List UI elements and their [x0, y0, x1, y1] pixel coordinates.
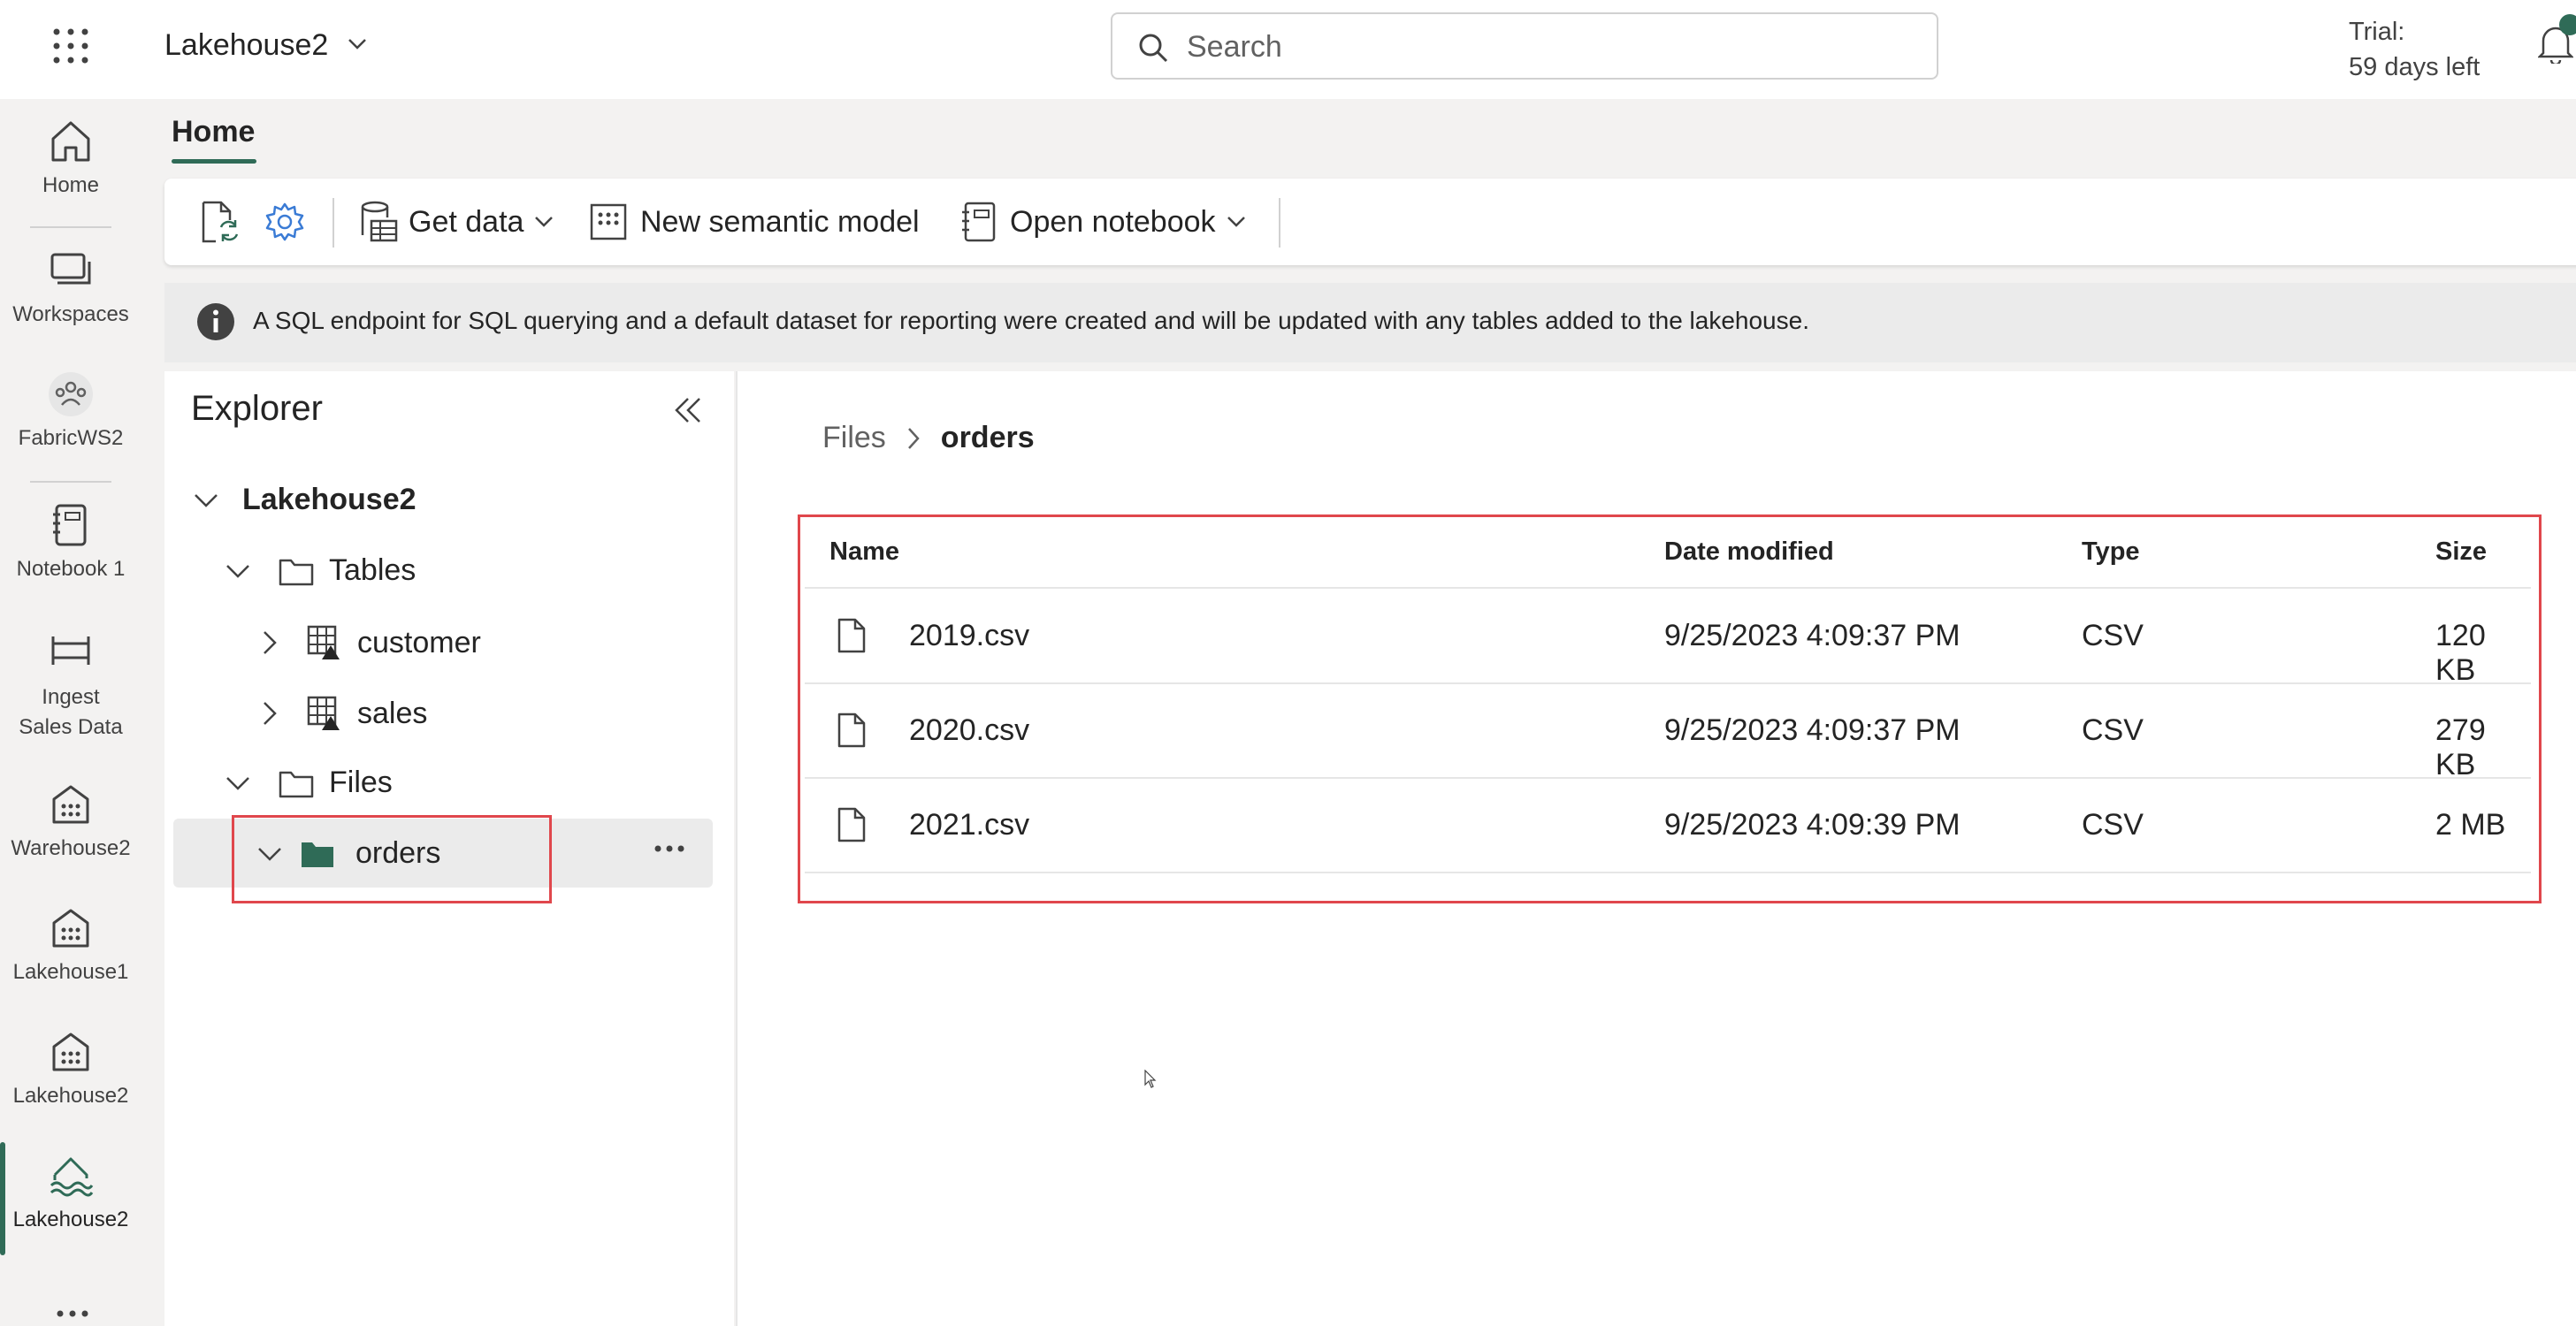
lakehouse-icon — [46, 1151, 96, 1200]
nav-warehouse2[interactable]: Warehouse2 — [0, 780, 141, 861]
nav-label: Workspaces — [12, 302, 129, 326]
get-data-button[interactable]: Get data — [359, 179, 554, 265]
gear-icon — [265, 202, 304, 241]
open-notebook-button[interactable]: Open notebook — [960, 179, 1246, 265]
highlight-box-orders — [232, 815, 552, 903]
ribbon-toolbar: Get data New semantic model Open noteboo… — [164, 179, 2576, 265]
folder-icon — [279, 771, 314, 797]
breadcrumb-files[interactable]: Files — [822, 421, 886, 455]
tab-selected-indicator — [172, 159, 256, 164]
open-notebook-label: Open notebook — [1010, 204, 1216, 239]
toolbar-separator — [1279, 198, 1280, 248]
nav-label: Notebook 1 — [16, 557, 126, 581]
tree-item-sales[interactable]: sales — [260, 695, 427, 732]
breadcrumb: Files orders — [822, 421, 1035, 455]
warehouse-icon — [46, 780, 96, 829]
nav-divider — [30, 481, 111, 483]
explorer-title: Explorer — [191, 389, 323, 428]
more-nav-icon[interactable] — [57, 1310, 88, 1317]
notebook-icon — [46, 500, 96, 550]
app-launcher-icon[interactable] — [51, 27, 90, 65]
notebook-icon — [962, 202, 996, 242]
toolbar-separator — [333, 198, 334, 248]
trial-label: Trial: — [2349, 18, 2405, 46]
tree-item-tables[interactable]: Tables — [225, 553, 416, 588]
more-options-icon[interactable] — [654, 845, 684, 852]
nav-lakehouse1[interactable]: Lakehouse1 — [0, 903, 141, 985]
tree-label: sales — [357, 696, 428, 730]
semantic-model-icon — [590, 203, 627, 240]
nav-workspaces[interactable]: Workspaces — [0, 246, 141, 327]
trial-status[interactable]: Trial: 59 days left — [2349, 14, 2480, 85]
chevron-down-icon — [195, 493, 218, 507]
chevron-down-icon[interactable] — [347, 37, 368, 51]
chevron-right-icon — [264, 702, 277, 725]
workspace-people-icon — [46, 370, 96, 419]
get-data-label: Get data — [409, 204, 524, 239]
nav-label: Lakehouse2 — [12, 1208, 129, 1231]
new-semantic-model-label: New semantic model — [640, 204, 920, 239]
mouse-cursor-icon — [1144, 1070, 1157, 1089]
nav-ingest-sales-data[interactable]: Ingest Sales Data — [0, 626, 141, 743]
chevron-down-icon — [535, 217, 554, 227]
notification-badge — [2559, 14, 2576, 35]
chevron-down-icon — [226, 564, 249, 578]
breadcrumb-orders: orders — [940, 421, 1035, 454]
search-box[interactable] — [1111, 12, 1938, 80]
nav-label: Ingest Sales Data — [19, 685, 123, 739]
tab-home[interactable]: Home — [172, 115, 255, 149]
nav-fabricws2[interactable]: FabricWS2 — [0, 370, 141, 451]
tree-item-customer[interactable]: customer — [260, 624, 481, 661]
database-icon — [361, 201, 398, 242]
collapse-pane-icon[interactable] — [672, 396, 704, 424]
chevron-down-icon — [1227, 217, 1245, 227]
trial-days-left: 59 days left — [2349, 53, 2480, 81]
chevron-down-icon — [226, 776, 249, 790]
highlight-box-file-table — [798, 514, 2542, 903]
pipeline-icon — [46, 626, 96, 675]
nav-home[interactable]: Home — [0, 117, 141, 198]
nav-lakehouse2[interactable]: Lakehouse2 — [0, 1027, 141, 1109]
refresh-file-icon — [202, 201, 239, 243]
folder-icon — [279, 559, 314, 585]
item-title[interactable]: Lakehouse2 — [164, 28, 328, 63]
workspaces-icon — [46, 246, 96, 295]
home-icon — [46, 117, 96, 166]
tree-label: customer — [357, 625, 481, 659]
settings-button[interactable] — [264, 179, 306, 265]
chevron-right-icon — [907, 427, 920, 449]
nav-label: FabricWS2 — [18, 426, 124, 450]
delta-table-icon — [307, 696, 340, 730]
warehouse-icon — [46, 1027, 96, 1077]
tree-item-lakehouse2[interactable]: Lakehouse2 — [193, 483, 417, 517]
nav-label: Home — [42, 173, 100, 197]
info-icon — [196, 302, 235, 341]
tree-item-files[interactable]: Files — [225, 766, 393, 800]
nav-notebook-1[interactable]: Notebook 1 — [0, 500, 141, 582]
tree-label: Files — [329, 766, 393, 799]
delta-table-icon — [307, 625, 340, 659]
nav-label: Warehouse2 — [11, 836, 131, 860]
tree-label: Lakehouse2 — [242, 483, 417, 516]
tree-label: Tables — [329, 553, 417, 587]
new-semantic-model-button[interactable]: New semantic model — [589, 179, 920, 265]
nav-label: Lakehouse1 — [12, 960, 129, 984]
refresh-button[interactable] — [198, 179, 241, 265]
nav-lakehouse2-active[interactable]: Lakehouse2 — [0, 1151, 141, 1232]
warehouse-icon — [46, 903, 96, 953]
chevron-right-icon — [264, 631, 277, 654]
nav-label: Lakehouse2 — [12, 1084, 129, 1108]
info-message-text: A SQL endpoint for SQL querying and a de… — [253, 307, 1809, 334]
search-icon — [1137, 32, 1169, 64]
search-input[interactable] — [1185, 27, 1896, 67]
nav-divider — [30, 226, 111, 228]
